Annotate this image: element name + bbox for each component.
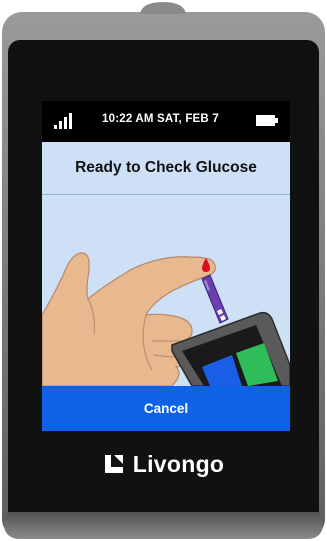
signal-bars-icon: [54, 113, 72, 129]
screen-title-bar: Ready to Check Glucose: [42, 142, 290, 195]
page-title: Ready to Check Glucose: [75, 159, 257, 176]
status-datetime: 10:22 AM SAT, FEB 7: [102, 113, 219, 125]
status-bar: 10:22 AM SAT, FEB 7: [42, 101, 290, 142]
livongo-logo-icon: [104, 455, 123, 473]
cancel-button[interactable]: Cancel: [42, 386, 290, 431]
battery-icon: [256, 115, 278, 126]
glucose-test-illustration: [42, 252, 290, 386]
cancel-button-label: Cancel: [143, 401, 189, 416]
brand-name: Livongo: [132, 450, 225, 477]
brand-logo: Livongo: [0, 447, 327, 481]
device-screen: 10:22 AM SAT, FEB 7 Ready to Check Gluco…: [42, 101, 290, 431]
test-strip-illustration: [201, 274, 229, 324]
